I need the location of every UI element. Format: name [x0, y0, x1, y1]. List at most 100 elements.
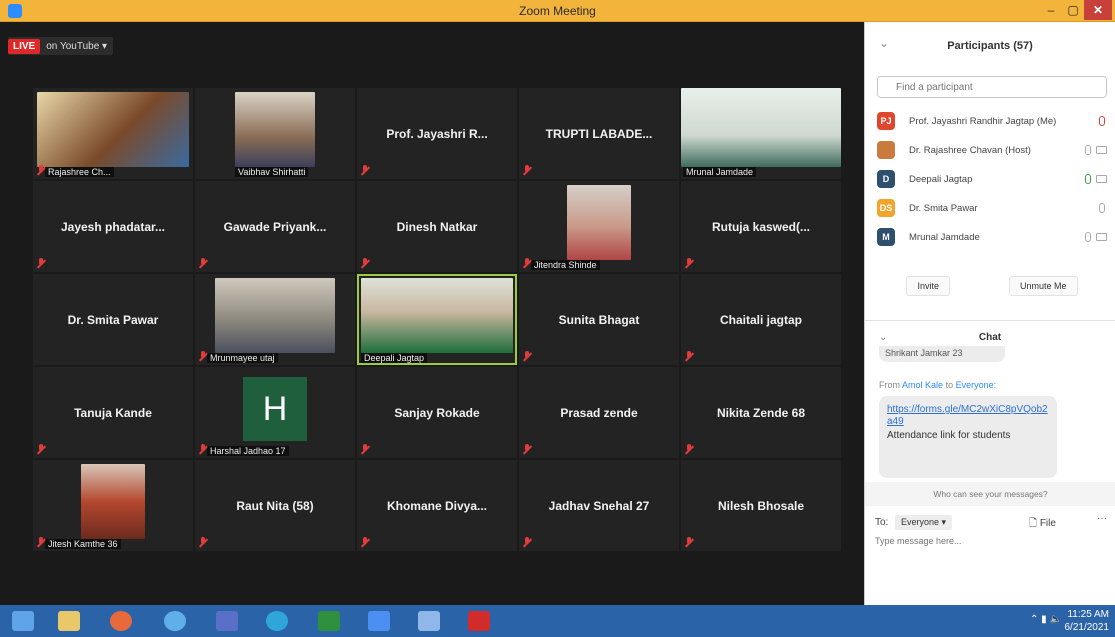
mic-active-icon	[1085, 174, 1091, 184]
participant-row[interactable]: DS Dr. Smita Pawar	[877, 195, 1107, 224]
participant-search-input[interactable]	[877, 76, 1107, 98]
video-tile[interactable]: Sunita Bhagat	[519, 274, 679, 365]
windows-start-icon[interactable]	[12, 611, 34, 631]
participant-actions: Invite Unmute Me	[877, 276, 1107, 296]
participant-row[interactable]: Dr. Rajashree Chavan (Host)	[877, 137, 1107, 166]
sender-name[interactable]: Amol Kale	[902, 380, 943, 390]
participant-row[interactable]: PJ Prof. Jayashri Randhir Jagtap (Me)	[877, 108, 1107, 137]
clock[interactable]: 11:25 AM 6/21/2021	[1065, 608, 1110, 634]
video-tile[interactable]: Chaitali jagtap	[681, 274, 841, 365]
acrobat-icon[interactable]	[468, 611, 490, 631]
video-tile[interactable]: Jitesh Kamthe 36	[33, 460, 193, 551]
video-tile[interactable]: Rutuja kaswed(...	[681, 181, 841, 272]
video-gallery: LIVE on YouTube ▾ Rajashree Ch... Vaibha…	[0, 22, 864, 605]
live-destination[interactable]: on YouTube ▾	[40, 41, 113, 52]
video-tile[interactable]: TRUPTI LABADE...	[519, 88, 679, 179]
avatar: DS	[877, 199, 895, 217]
gallery-grid: Rajashree Ch... Vaibhav Shirhatti Prof. …	[33, 88, 841, 555]
video-tile[interactable]: Sanjay Rokade	[357, 367, 517, 458]
to-text: to	[945, 380, 954, 390]
chrome-icon[interactable]	[110, 611, 132, 631]
video-tile[interactable]: Tanuja Kande	[33, 367, 193, 458]
participant-name: Nikita Zende 68	[716, 405, 806, 420]
image-viewer-icon[interactable]	[418, 611, 440, 631]
video-tile[interactable]: Vaibhav Shirhatti	[195, 88, 355, 179]
participant-name: Rutuja kaswed(...	[711, 219, 811, 234]
participant-name: Jadhav Snehal 27	[548, 498, 650, 513]
maximize-button[interactable]: ▢	[1062, 0, 1084, 20]
chat-message-link[interactable]: https://forms.gle/MC2wXiC8pVQob2a49	[887, 404, 1049, 428]
mic-muted-icon	[199, 444, 207, 454]
video-feed	[37, 92, 189, 167]
camera-off-icon	[1096, 146, 1107, 154]
side-panel: ⌄ Participants (57) PJ Prof. Jayashri Ra…	[864, 22, 1115, 605]
video-tile[interactable]: Rajashree Ch...	[33, 88, 193, 179]
mic-muted-icon	[361, 444, 369, 454]
avatar: PJ	[877, 112, 895, 130]
unmute-me-button[interactable]: Unmute Me	[1008, 276, 1078, 296]
live-badge: LIVE	[8, 38, 41, 54]
participant-name: Sanjay Rokade	[394, 405, 480, 420]
zoom-taskbar-icon[interactable]	[368, 611, 390, 631]
video-tile[interactable]: H Harshal Jadhao 17	[195, 367, 355, 458]
file-explorer-icon[interactable]	[58, 611, 80, 631]
participant-list: PJ Prof. Jayashri Randhir Jagtap (Me) Dr…	[877, 108, 1107, 253]
minimize-button[interactable]: –	[1040, 0, 1062, 20]
participant-name: Dinesh Natkar	[396, 219, 478, 234]
video-tile[interactable]: Jadhav Snehal 27	[519, 460, 679, 551]
camera-icon	[1096, 175, 1107, 183]
file-icon: 🗋	[1029, 518, 1038, 529]
chat-message-text: Attendance link for students	[887, 430, 1011, 441]
store-icon[interactable]	[318, 611, 340, 631]
mic-muted-icon	[685, 351, 693, 361]
live-stream-indicator[interactable]: LIVE on YouTube ▾	[8, 37, 114, 55]
title-bar: Zoom Meeting – ▢ ✕	[0, 0, 1115, 22]
video-tile[interactable]: Raut Nita (58)	[195, 460, 355, 551]
system-tray[interactable]: ⌃ ▮ 🔈	[1030, 614, 1062, 625]
video-tile[interactable]: Dr. Smita Pawar	[33, 274, 193, 365]
mic-muted-icon	[523, 258, 531, 268]
mic-muted-icon	[685, 444, 693, 454]
participant-name: Prasad zende	[560, 405, 638, 420]
file-button[interactable]: 🗋 File	[1029, 516, 1056, 533]
recipient-dropdown[interactable]: Everyone ▾	[895, 515, 953, 530]
avatar-letter: H	[243, 377, 307, 441]
mic-icon	[1085, 145, 1091, 155]
participant-row[interactable]: M Mrunal Jamdade	[877, 224, 1107, 253]
who-can-see-link[interactable]: Who can see your messages?	[865, 482, 1115, 506]
edge-icon[interactable]	[266, 611, 288, 631]
video-tile[interactable]: Mrunmayee utaj	[195, 274, 355, 365]
invite-button[interactable]: Invite	[906, 276, 950, 296]
participant-name: Chaitali jagtap	[719, 312, 802, 327]
participant-name: Jitesh Kamthe 36	[45, 539, 121, 549]
video-tile[interactable]: Prasad zende	[519, 367, 679, 458]
participants-title: Participants (57)	[947, 40, 1033, 52]
participant-row[interactable]: D Deepali Jagtap	[877, 166, 1107, 195]
video-tile-active-speaker[interactable]: Deepali Jagtap	[357, 274, 517, 365]
video-tile[interactable]: Dinesh Natkar	[357, 181, 517, 272]
video-feed	[235, 92, 315, 167]
recipient-name[interactable]: Everyone:	[956, 380, 997, 390]
chat-message-input[interactable]	[875, 536, 1105, 546]
clock-time: 11:25 AM	[1067, 609, 1109, 620]
app-icon[interactable]	[216, 611, 238, 631]
video-tile[interactable]: Mrunal Jamdade	[681, 88, 841, 179]
video-tile[interactable]: Jayesh phadatar...	[33, 181, 193, 272]
mic-muted-icon[interactable]	[1099, 116, 1105, 126]
video-tile[interactable]: Gawade Priyank...	[195, 181, 355, 272]
mic-muted-icon	[361, 258, 369, 268]
participant-name: Khomane Divya...	[386, 498, 488, 513]
avatar: M	[877, 228, 895, 246]
chat-sender-line: From Amol Kale to Everyone:	[879, 380, 996, 390]
video-tile[interactable]: Khomane Divya...	[357, 460, 517, 551]
more-options-button[interactable]: ···	[1097, 513, 1107, 524]
close-button[interactable]: ✕	[1084, 0, 1112, 20]
video-tile[interactable]: Jitendra Shinde	[519, 181, 679, 272]
video-tile[interactable]: Nilesh Bhosale	[681, 460, 841, 551]
mic-muted-icon	[523, 537, 531, 547]
mic-muted-icon	[37, 444, 45, 454]
internet-explorer-icon[interactable]	[164, 611, 186, 631]
participant-name: Nilesh Bhosale	[717, 498, 805, 513]
video-tile[interactable]: Nikita Zende 68	[681, 367, 841, 458]
video-tile[interactable]: Prof. Jayashri R...	[357, 88, 517, 179]
